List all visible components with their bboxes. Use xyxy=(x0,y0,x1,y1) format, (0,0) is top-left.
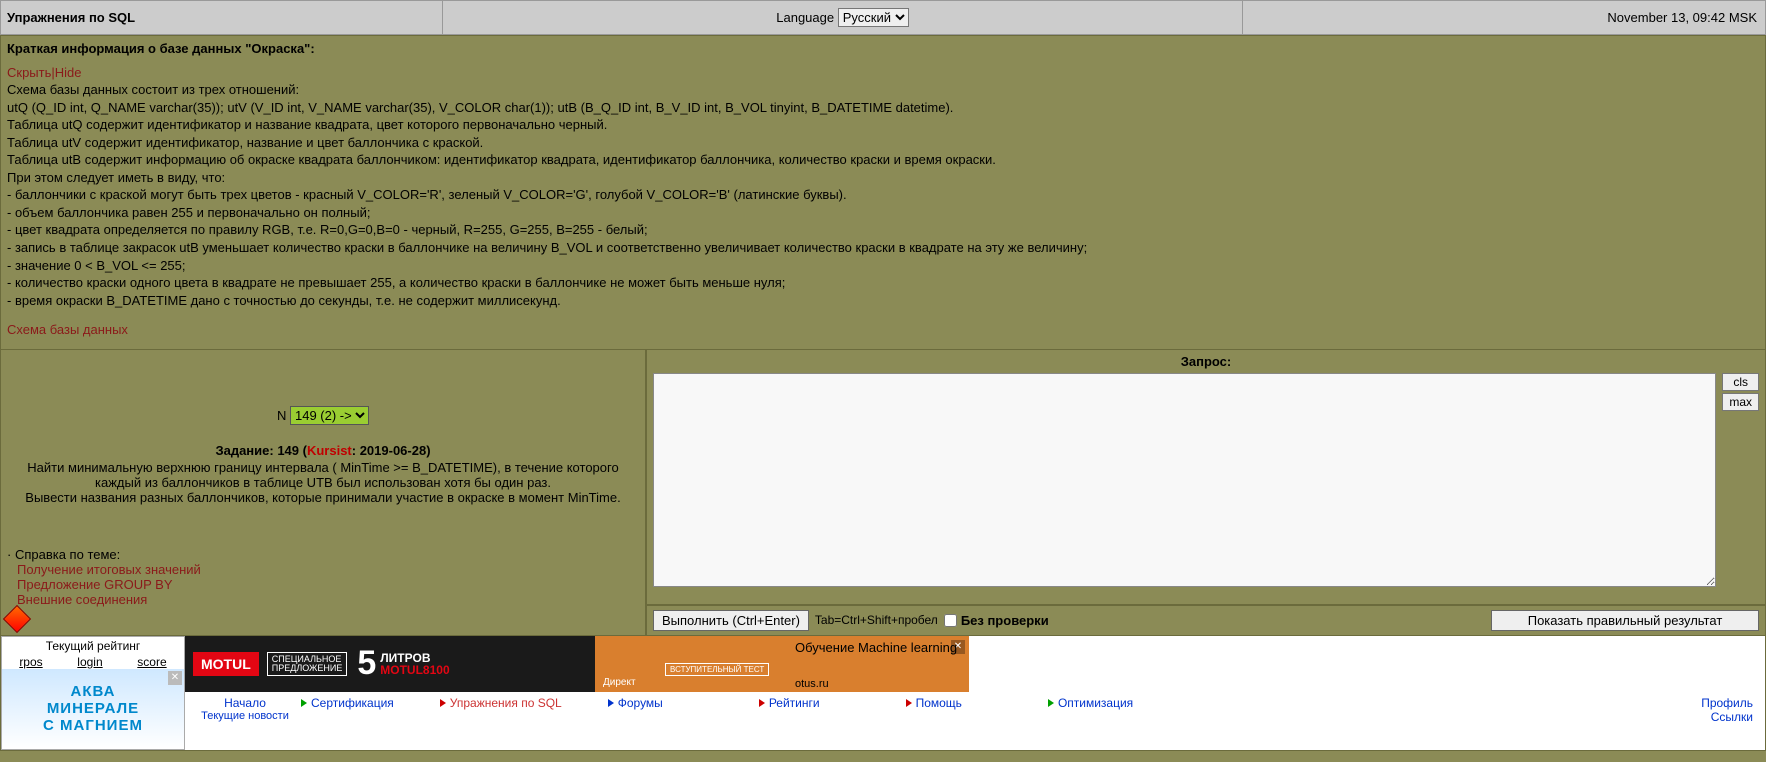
help-block: · Справка по теме: Получение итоговых зн… xyxy=(7,505,639,629)
schema-link[interactable]: Схема базы данных xyxy=(7,321,1759,339)
triangle-icon xyxy=(906,699,912,707)
triangle-icon xyxy=(440,699,446,707)
big-5: 5 xyxy=(357,644,376,683)
cls-button[interactable] xyxy=(1722,373,1759,391)
col-score[interactable]: score xyxy=(137,655,166,669)
nav-sql[interactable]: Упражнения по SQL xyxy=(440,696,562,710)
banners: MOTUL СПЕЦИАЛЬНОЕ ПРЕДЛОЖЕНИЕ 5 ЛИТРОВMO… xyxy=(185,636,1765,692)
language-label: Language xyxy=(776,10,834,25)
query-label: Запрос: xyxy=(647,350,1765,373)
language-area: Language Русский xyxy=(443,1,1243,34)
max-button[interactable] xyxy=(1722,393,1759,411)
nav-help[interactable]: Помощь xyxy=(906,696,962,710)
close-icon[interactable]: ✕ xyxy=(168,671,182,685)
bottom-row: Текущий рейтинг rpos login score ✕ АКВАМ… xyxy=(0,636,1766,751)
nav-home[interactable]: Начало xyxy=(224,696,266,710)
triangle-icon xyxy=(759,699,765,707)
nav-home-sub[interactable]: Текущие новости xyxy=(201,710,289,722)
b2-title: Обучение Machine learning xyxy=(795,640,957,655)
nav-ratings[interactable]: Рейтинги xyxy=(759,696,820,710)
rating-box: Текущий рейтинг rpos login score ✕ АКВАМ… xyxy=(1,636,185,750)
nav-opt[interactable]: Оптимизация xyxy=(1048,696,1133,710)
help-link-2[interactable]: Предложение GROUP BY xyxy=(7,577,639,592)
warning-icon[interactable] xyxy=(3,605,31,633)
page-title: Упражнения по SQL xyxy=(1,1,443,34)
datetime: November 13, 09:42 MSK xyxy=(1243,1,1765,34)
info-body: Схема базы данных состоит из трех отноше… xyxy=(7,81,1759,309)
side-ad[interactable]: ✕ АКВАМИНЕРАЛЕС МАГНИЕМ xyxy=(2,669,184,749)
run-button[interactable]: Выполнить (Ctrl+Enter) xyxy=(653,610,809,631)
b2-test: ВСТУПИТЕЛЬНЫЙ ТЕСТ xyxy=(665,663,769,676)
help-label: Справка по теме: xyxy=(15,547,120,562)
triangle-icon xyxy=(608,699,614,707)
query-panel: Запрос: Выполнить (Ctrl+Enter) Tab=Ctrl+… xyxy=(645,350,1765,635)
query-textarea[interactable] xyxy=(653,373,1716,587)
top-bar: Упражнения по SQL Language Русский Novem… xyxy=(0,0,1766,35)
task-author: Kursist xyxy=(307,443,352,458)
nocheck-row[interactable]: Без проверки xyxy=(944,613,1049,628)
show-result-button[interactable]: Показать правильный результат xyxy=(1491,610,1759,631)
rating-title: Текущий рейтинг xyxy=(2,637,184,655)
ad-text: АКВАМИНЕРАЛЕС МАГНИЕМ xyxy=(43,683,143,734)
help-link-1[interactable]: Получение итоговых значений xyxy=(7,562,639,577)
nav-links[interactable]: Ссылки xyxy=(1701,710,1753,724)
nocheck-label: Без проверки xyxy=(961,613,1049,628)
hide-link[interactable]: Скрыть|Hide xyxy=(7,65,82,80)
banner-motul[interactable]: MOTUL СПЕЦИАЛЬНОЕ ПРЕДЛОЖЕНИЕ 5 ЛИТРОВMO… xyxy=(185,636,595,692)
task-text: Найти минимальную верхнюю границу интерв… xyxy=(7,460,639,505)
help-link-3[interactable]: Внешние соединения xyxy=(7,592,639,607)
triangle-icon xyxy=(301,699,307,707)
litrov: ЛИТРОВMOTUL8100 xyxy=(380,652,449,676)
bottom-main: MOTUL СПЕЦИАЛЬНОЕ ПРЕДЛОЖЕНИЕ 5 ЛИТРОВMO… xyxy=(185,636,1765,750)
b2-otus: otus.ru xyxy=(795,678,829,690)
tab-hint: Tab=Ctrl+Shift+пробел xyxy=(815,613,938,627)
db-info-panel: Краткая информация о базе данных "Окраск… xyxy=(0,35,1766,350)
spec-offer: СПЕЦИАЛЬНОЕ ПРЕДЛОЖЕНИЕ xyxy=(267,652,348,676)
task-number-select[interactable]: 149 (2) -> xyxy=(290,406,369,425)
triangle-icon xyxy=(1048,699,1054,707)
task-title: Задание: 149 (Kursist: 2019-06-28) xyxy=(7,443,639,458)
work-row: N 149 (2) -> Задание: 149 (Kursist: 2019… xyxy=(0,350,1766,636)
nav-cert[interactable]: Сертификация xyxy=(301,696,394,710)
nav-forums[interactable]: Форумы xyxy=(608,696,663,710)
col-rpos[interactable]: rpos xyxy=(19,655,42,669)
motul-logo: MOTUL xyxy=(193,652,259,676)
col-login[interactable]: login xyxy=(77,655,102,669)
task-panel: N 149 (2) -> Задание: 149 (Kursist: 2019… xyxy=(1,350,645,635)
nocheck-checkbox[interactable] xyxy=(944,614,957,627)
nav-profile[interactable]: Профиль xyxy=(1701,696,1753,710)
banner-otus[interactable]: ✕ Обучение Machine learning ВСТУПИТЕЛЬНЫ… xyxy=(595,636,969,692)
action-row: Выполнить (Ctrl+Enter) Tab=Ctrl+Shift+пр… xyxy=(647,604,1765,635)
language-select[interactable]: Русский xyxy=(838,8,909,27)
info-title: Краткая информация о базе данных "Окраск… xyxy=(7,40,1759,58)
navbar: Начало Текущие новости Сертификация Упра… xyxy=(185,692,1765,728)
b2-direct: Директ xyxy=(603,677,636,688)
rating-columns: rpos login score xyxy=(2,655,184,669)
n-label: N xyxy=(277,408,286,423)
